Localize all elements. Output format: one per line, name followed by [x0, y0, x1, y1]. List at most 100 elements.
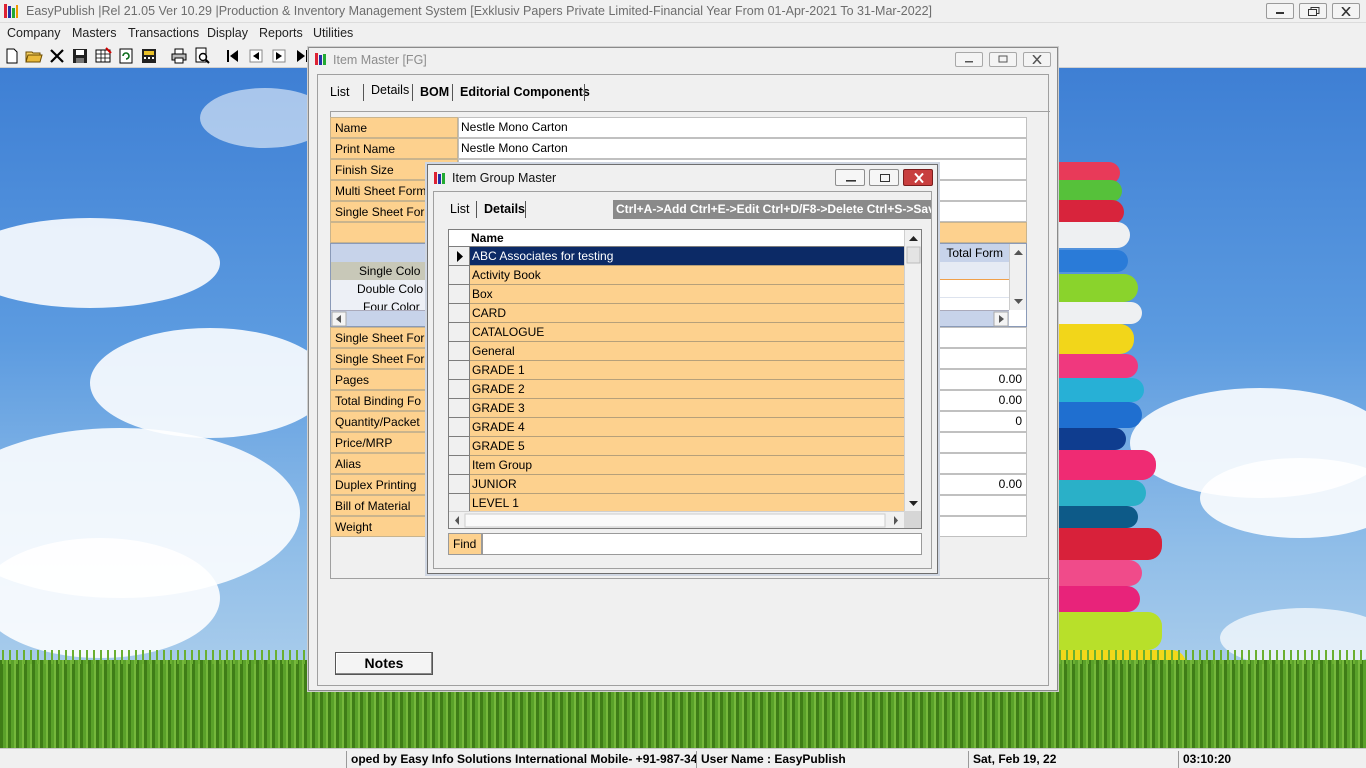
group-name-cell[interactable]: CARD	[470, 304, 905, 323]
find-input[interactable]	[482, 533, 922, 555]
row-selector[interactable]	[449, 247, 470, 266]
group-name-cell[interactable]: GRADE 1	[470, 361, 905, 380]
app-logo-icon	[3, 3, 19, 19]
tab-details[interactable]: Details	[479, 200, 530, 218]
table-row[interactable]: GRADE 4	[449, 418, 905, 437]
subgrid-vertical-scrollbar[interactable]	[1009, 244, 1026, 310]
row-selector[interactable]	[449, 304, 470, 323]
close-button[interactable]	[1023, 52, 1051, 67]
notes-button[interactable]: Notes	[335, 652, 433, 675]
row-selector[interactable]	[449, 266, 470, 285]
menu-transactions[interactable]: Transactions	[128, 26, 199, 40]
tab-list[interactable]: List	[445, 200, 474, 218]
tab-list[interactable]: List	[325, 83, 354, 101]
print-icon[interactable]	[170, 47, 188, 65]
row-selector[interactable]	[449, 361, 470, 380]
row-selector[interactable]	[449, 342, 470, 361]
row-selector[interactable]	[449, 456, 470, 475]
row-selector[interactable]	[449, 399, 470, 418]
tab-bom[interactable]: BOM	[415, 83, 454, 101]
table-row[interactable]: JUNIOR	[449, 475, 905, 494]
group-name-cell[interactable]: CATALOGUE	[470, 323, 905, 342]
table-row[interactable]: General	[449, 342, 905, 361]
table-row[interactable]: GRADE 3	[449, 399, 905, 418]
calculator-icon[interactable]	[140, 47, 158, 65]
group-name-cell[interactable]: GRADE 3	[470, 399, 905, 418]
item-group-grid: Name ABC Associates for testing Activity…	[448, 229, 922, 529]
table-row[interactable]: Activity Book	[449, 266, 905, 285]
menu-utilities[interactable]: Utilities	[313, 26, 353, 40]
group-name-cell[interactable]: Item Group	[470, 456, 905, 475]
restore-button[interactable]	[1299, 3, 1327, 19]
previous-record-icon[interactable]	[247, 47, 265, 65]
book-stack	[1058, 274, 1138, 302]
minimize-button[interactable]	[835, 169, 865, 186]
group-name-cell[interactable]: General	[470, 342, 905, 361]
field-label: Print Name	[330, 138, 458, 159]
open-folder-icon[interactable]	[25, 47, 43, 65]
tab-editorial-components[interactable]: Editorial Components	[455, 83, 595, 101]
book-stack	[1058, 222, 1130, 248]
status-bar: oped by Easy Info Solutions Internationa…	[0, 748, 1366, 768]
print-preview-icon[interactable]	[193, 47, 211, 65]
cloud	[90, 328, 330, 438]
group-name-cell[interactable]: Activity Book	[470, 266, 905, 285]
close-button[interactable]	[1332, 3, 1360, 19]
restore-button[interactable]	[989, 52, 1017, 67]
group-name-cell[interactable]: GRADE 5	[470, 437, 905, 456]
menu-reports[interactable]: Reports	[259, 26, 303, 40]
name-field[interactable]: Nestle Mono Carton	[458, 117, 1027, 138]
group-name-cell[interactable]: ABC Associates for testing	[470, 247, 905, 266]
tab-details[interactable]: Details	[366, 81, 415, 99]
group-name-cell[interactable]: GRADE 4	[470, 418, 905, 437]
close-button[interactable]	[903, 169, 933, 186]
status-developer: oped by Easy Info Solutions Internationa…	[346, 751, 696, 768]
book-stack	[1058, 354, 1138, 378]
menu-masters[interactable]: Masters	[72, 26, 116, 40]
grid-icon[interactable]	[94, 47, 112, 65]
row-selector[interactable]	[449, 380, 470, 399]
tab-separator	[363, 84, 364, 101]
table-row[interactable]: GRADE 2	[449, 380, 905, 399]
menu-display[interactable]: Display	[207, 26, 248, 40]
save-icon[interactable]	[71, 47, 89, 65]
new-file-icon[interactable]	[3, 47, 21, 65]
delete-icon[interactable]	[48, 47, 66, 65]
table-row[interactable]: Item Group	[449, 456, 905, 475]
form-row: Print Name Nestle Mono Carton	[330, 138, 1027, 159]
table-row[interactable]: ABC Associates for testing	[449, 247, 905, 266]
find-label: Find	[448, 533, 482, 555]
minimize-button[interactable]	[1266, 3, 1294, 19]
row-selector[interactable]	[449, 323, 470, 342]
group-name-cell[interactable]: GRADE 2	[470, 380, 905, 399]
first-record-icon[interactable]	[224, 47, 242, 65]
field-label: Name	[330, 117, 458, 138]
table-row[interactable]: CARD	[449, 304, 905, 323]
book-stack	[1058, 200, 1124, 224]
refresh-icon[interactable]	[117, 47, 135, 65]
group-name-cell[interactable]: Box	[470, 285, 905, 304]
next-record-icon[interactable]	[270, 47, 288, 65]
table-row[interactable]: GRADE 5	[449, 437, 905, 456]
book-stack	[1058, 324, 1134, 354]
menu-company[interactable]: Company	[7, 26, 61, 40]
table-row[interactable]: Box	[449, 285, 905, 304]
cloud	[0, 538, 220, 658]
row-selector[interactable]	[449, 437, 470, 456]
book-stack	[1058, 480, 1146, 506]
app-logo-icon	[314, 52, 328, 66]
restore-button[interactable]	[869, 169, 899, 186]
table-row[interactable]: CATALOGUE	[449, 323, 905, 342]
print-name-field[interactable]: Nestle Mono Carton	[458, 138, 1027, 159]
grid-horizontal-scrollbar[interactable]	[449, 511, 905, 528]
grid-vertical-scrollbar[interactable]	[904, 230, 921, 512]
item-group-master-dialog: Item Group Master List Details Ctrl+A->A…	[427, 164, 938, 574]
minimize-button[interactable]	[955, 52, 983, 67]
group-name-cell[interactable]: JUNIOR	[470, 475, 905, 494]
app-title-bar: EasyPublish |Rel 21.05 Ver 10.29 |Produc…	[0, 0, 1366, 23]
table-row[interactable]: GRADE 1	[449, 361, 905, 380]
row-selector[interactable]	[449, 285, 470, 304]
row-selector[interactable]	[449, 418, 470, 437]
column-header-name[interactable]: Name	[471, 231, 504, 245]
row-selector[interactable]	[449, 475, 470, 494]
